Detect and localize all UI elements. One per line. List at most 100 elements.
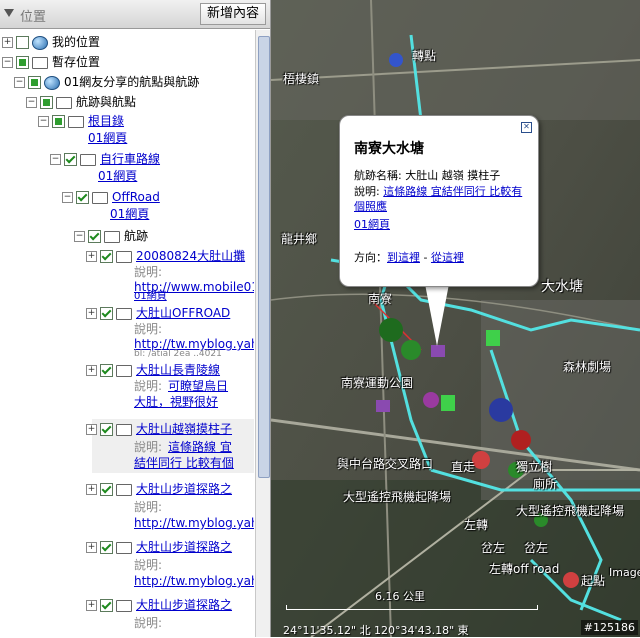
checkbox[interactable] [100,541,113,554]
collapse-icon[interactable]: − [14,77,25,88]
map-view[interactable]: 轉點 梧棲鎮 龍井鄉 南寮 南寮運動公園 大水塘 森林劇場 與中台路交叉路口 直… [271,0,640,637]
tree-item-bike-route[interactable]: − 自行車路線 [50,151,160,167]
tree-item-root-dir[interactable]: − 根目錄 [38,113,124,129]
desc-link[interactable]: http://tw.myblog.yahc [134,574,254,588]
checkbox[interactable] [64,153,77,166]
tree-item-offroad[interactable]: − OffRoad [62,189,160,205]
webpage-link[interactable]: 01網頁 [88,131,127,145]
collapse-triangle-icon[interactable] [4,9,14,17]
directions-to-link[interactable]: 到這裡 [387,251,420,264]
desc-link[interactable]: 可瞭望烏日 [168,379,228,393]
map-label[interactable]: 大型遙控飛機起降場 [516,502,624,519]
add-content-button[interactable]: 新增內容 [199,3,266,25]
checkbox[interactable] [76,191,89,204]
checkbox[interactable] [100,483,113,496]
map-label[interactable]: 直走 [451,458,475,475]
collapse-icon[interactable]: − [26,97,37,108]
tree-sub-link[interactable]: 01網頁 [88,130,127,146]
map-label[interactable]: 森林劇場 [563,358,611,375]
expand-icon[interactable]: + [2,37,13,48]
map-label[interactable]: 廁所 [533,475,557,492]
track-title[interactable]: 大肚山步道探路之 [136,482,232,496]
track-desc[interactable]: http://tw.myblog.yahc [134,515,254,531]
tree-scrollbar[interactable] [255,30,270,637]
map-label[interactable]: 梧棲鎮 [283,70,319,87]
tree-item-shared-kmz[interactable]: − 01網友分享的航點與航跡 [14,74,199,90]
tree-item-temp-places[interactable]: − 暫存位置 [2,54,100,70]
track-title[interactable]: 大肚山越嶺摸柱子 [136,422,232,436]
track-title[interactable]: 大肚山步道探路之 [136,598,232,612]
track-item[interactable]: +20080824大肚山攤 [86,248,245,264]
track-extra[interactable]: 01網頁 [134,289,167,305]
checkbox[interactable] [16,36,29,49]
tree-sub-link[interactable]: 01網頁 [110,206,149,222]
collapse-icon[interactable]: − [50,154,61,165]
webpage-link[interactable]: 01網頁 [110,207,149,221]
tree-item-tracks[interactable]: − 航跡 [74,228,148,244]
track-item[interactable]: + 大肚山步道探路之 [86,539,232,555]
checkbox[interactable] [100,599,113,612]
checkbox[interactable] [88,230,101,243]
track-title[interactable]: 20080824大肚山攤 [136,249,245,263]
map-label[interactable]: 左轉 [464,516,488,533]
checkbox[interactable] [16,56,29,69]
desc-link[interactable]: http://tw.myblog.yahc [134,516,254,530]
collapse-icon[interactable]: − [2,57,13,68]
track-item[interactable]: + 大肚山越嶺摸柱子 [86,421,232,437]
checkbox[interactable] [100,307,113,320]
checkbox[interactable] [28,76,41,89]
map-label[interactable]: 左轉off road [489,560,559,577]
expand-icon[interactable]: + [86,542,97,553]
expand-icon[interactable]: + [86,251,97,262]
checkbox[interactable] [52,115,65,128]
tree-item-my-places[interactable]: + 我的位置 [2,34,100,50]
track-item[interactable]: + 大肚山步道探路之 [86,481,232,497]
map-label[interactable]: 起點 [581,572,605,589]
balloon-desc-link[interactable]: 這條路線 宜結伴同行 比較有個照應 [354,185,522,213]
map-label[interactable]: 南寮運動公園 [341,374,413,391]
track-desc[interactable]: http://tw.myblog.yahc [134,573,254,589]
map-label[interactable]: 大型遙控飛機起降場 [343,488,451,505]
collapse-icon[interactable]: − [38,116,49,127]
directions-from-link[interactable]: 從這裡 [431,251,464,264]
track-desc[interactable]: 可瞭望烏日 [134,378,228,394]
map-label[interactable]: 岔左 [481,539,505,556]
balloon-page-link[interactable]: 01網頁 [354,218,390,231]
checkbox[interactable] [100,250,113,263]
desc-link[interactable]: 結伴同行 比較有個 [134,456,234,470]
checkbox[interactable] [40,96,53,109]
map-label[interactable]: 岔左 [524,539,548,556]
collapse-icon[interactable]: − [62,192,73,203]
expand-icon[interactable]: + [86,600,97,611]
tree-link[interactable]: 自行車路線 [100,152,160,166]
tree-sub-link[interactable]: 01網頁 [98,168,137,184]
close-icon[interactable]: ✕ [521,122,532,133]
webpage-link[interactable]: 01網頁 [134,291,167,302]
track-item[interactable]: + 大肚山步道探路之 [86,597,232,613]
tree-item-tracks-waypoints[interactable]: − 航跡與航點 [26,94,136,110]
checkbox[interactable] [100,423,113,436]
map-label[interactable]: 與中台路交叉路口 [337,455,433,472]
expand-icon[interactable]: + [86,484,97,495]
map-label[interactable]: 大水塘 [541,276,583,296]
webpage-link[interactable]: 01網頁 [98,169,137,183]
track-extra[interactable]: 結伴同行 比較有個 [134,455,234,471]
desc-link[interactable]: 大肚，視野很好 [134,395,218,409]
track-title[interactable]: 大肚山步道探路之 [136,540,232,554]
tree-link[interactable]: OffRoad [112,190,160,204]
expand-icon[interactable]: + [86,424,97,435]
expand-icon[interactable]: + [86,308,97,319]
scrollbar-thumb[interactable] [258,36,270,478]
checkbox[interactable] [100,364,113,377]
track-desc[interactable]: 這條路線 宜 [134,439,232,455]
map-label[interactable]: 轉點 [412,47,436,64]
track-title[interactable]: 大肚山長青陵線 [136,363,220,377]
map-label[interactable]: 龍井鄉 [281,230,317,247]
track-title[interactable]: 大肚山OFFROAD [136,306,230,320]
track-item[interactable]: + 大肚山OFFROAD [86,305,230,321]
map-label[interactable]: 獨立樹 [516,458,552,475]
collapse-icon[interactable]: − [74,231,85,242]
map-label[interactable]: 南寮 [368,290,392,307]
track-item[interactable]: + 大肚山長青陵線 [86,362,220,378]
tree-link[interactable]: 根目錄 [88,114,124,128]
